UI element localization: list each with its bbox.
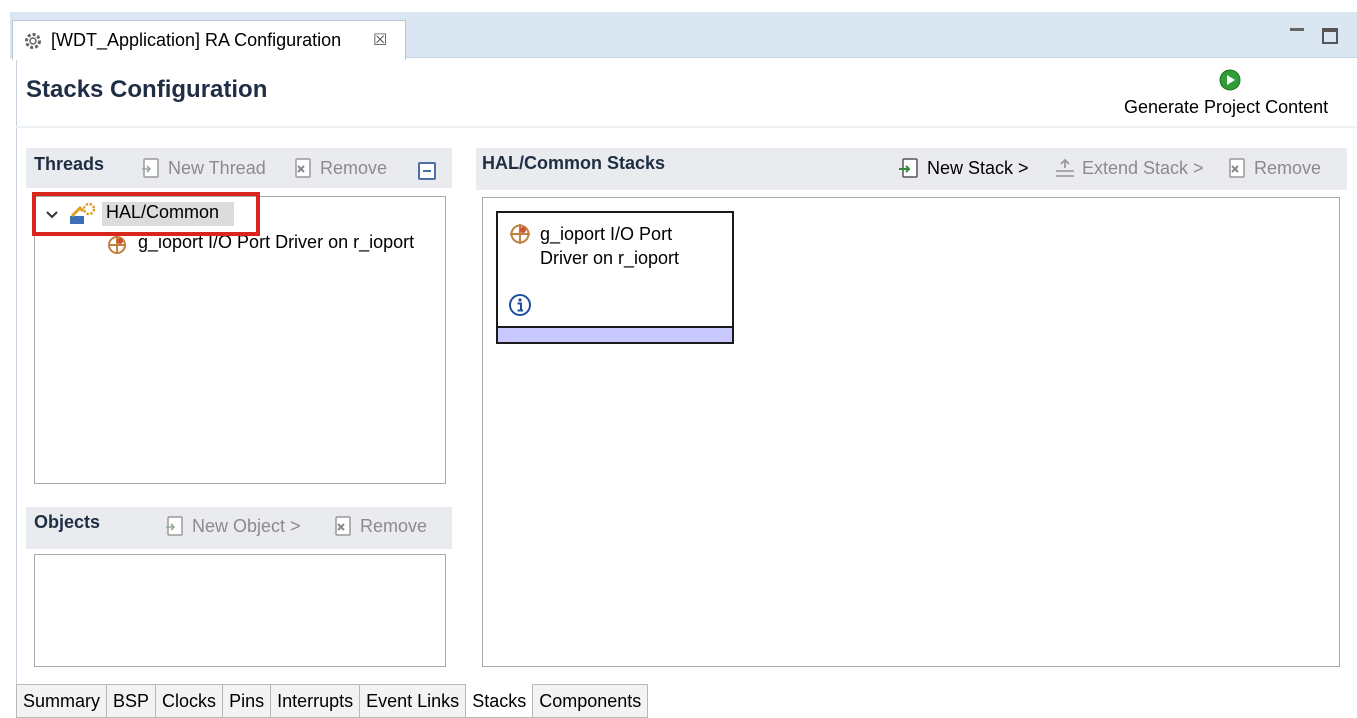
maximize-icon[interactable] <box>1322 28 1338 44</box>
tab-event-links[interactable]: Event Links <box>360 684 467 718</box>
threads-title: Threads <box>34 154 105 174</box>
remove-object-label: Remove <box>360 515 428 536</box>
minimize-icon[interactable] <box>1290 24 1304 34</box>
new-stack-icon <box>899 158 918 178</box>
tab-interrupts[interactable]: Interrupts <box>271 684 361 718</box>
info-icon[interactable] <box>508 293 532 317</box>
tab-components[interactable]: Components <box>533 684 649 718</box>
new-thread-button[interactable]: New Thread <box>140 157 266 179</box>
new-thread-icon <box>142 158 159 178</box>
extend-stack-icon <box>1056 158 1074 177</box>
gear-icon <box>25 33 41 49</box>
extend-stack-label: Extend Stack > <box>1082 157 1204 178</box>
close-icon[interactable]: ☒ <box>373 30 387 50</box>
remove-object-button[interactable]: Remove <box>332 515 427 537</box>
objects-list[interactable] <box>34 554 446 667</box>
module-icon <box>108 236 126 254</box>
configuration-tabs: Summary BSP Clocks Pins Interrupts Event… <box>16 684 649 718</box>
editor-tab-title: [WDT_Application] RA Configuration <box>51 30 342 50</box>
tab-bsp[interactable]: BSP <box>107 684 157 718</box>
stacks-title: HAL/Common Stacks <box>482 153 666 173</box>
new-object-button[interactable]: New Object > <box>164 515 301 537</box>
generate-project-content-button[interactable]: Generate Project Content <box>1124 97 1328 118</box>
remove-stack-label: Remove <box>1254 157 1322 178</box>
tab-pins[interactable]: Pins <box>223 684 272 718</box>
new-object-label: New Object > <box>192 515 301 536</box>
play-icon[interactable] <box>1219 69 1241 91</box>
stack-module-name: g_ioport I/O Port Driver on r_ioport <box>540 224 680 268</box>
tab-summary[interactable]: Summary <box>16 684 108 718</box>
new-stack-label: New Stack > <box>927 157 1029 178</box>
collapse-all-icon[interactable] <box>418 162 436 180</box>
title-divider <box>16 126 1357 128</box>
highlight-box <box>32 192 260 236</box>
remove-icon <box>1229 158 1245 178</box>
tab-clocks[interactable]: Clocks <box>156 684 224 718</box>
extend-stack-button[interactable]: Extend Stack > <box>1054 157 1204 179</box>
page-title: Stacks Configuration <box>26 76 268 103</box>
remove-thread-button[interactable]: Remove <box>292 157 387 179</box>
tab-stacks[interactable]: Stacks <box>466 684 534 718</box>
new-object-icon <box>166 516 183 536</box>
stack-module-footer <box>498 326 732 342</box>
remove-thread-label: Remove <box>320 157 388 178</box>
new-thread-label: New Thread <box>168 157 266 178</box>
objects-title: Objects <box>34 512 101 532</box>
module-icon <box>510 224 530 244</box>
remove-icon <box>295 158 311 178</box>
editor-tab[interactable]: [WDT_Application] RA Configuration ☒ <box>12 20 406 60</box>
remove-stack-button[interactable]: Remove <box>1226 157 1321 179</box>
new-stack-button[interactable]: New Stack > <box>897 157 1029 179</box>
remove-icon <box>335 516 351 536</box>
